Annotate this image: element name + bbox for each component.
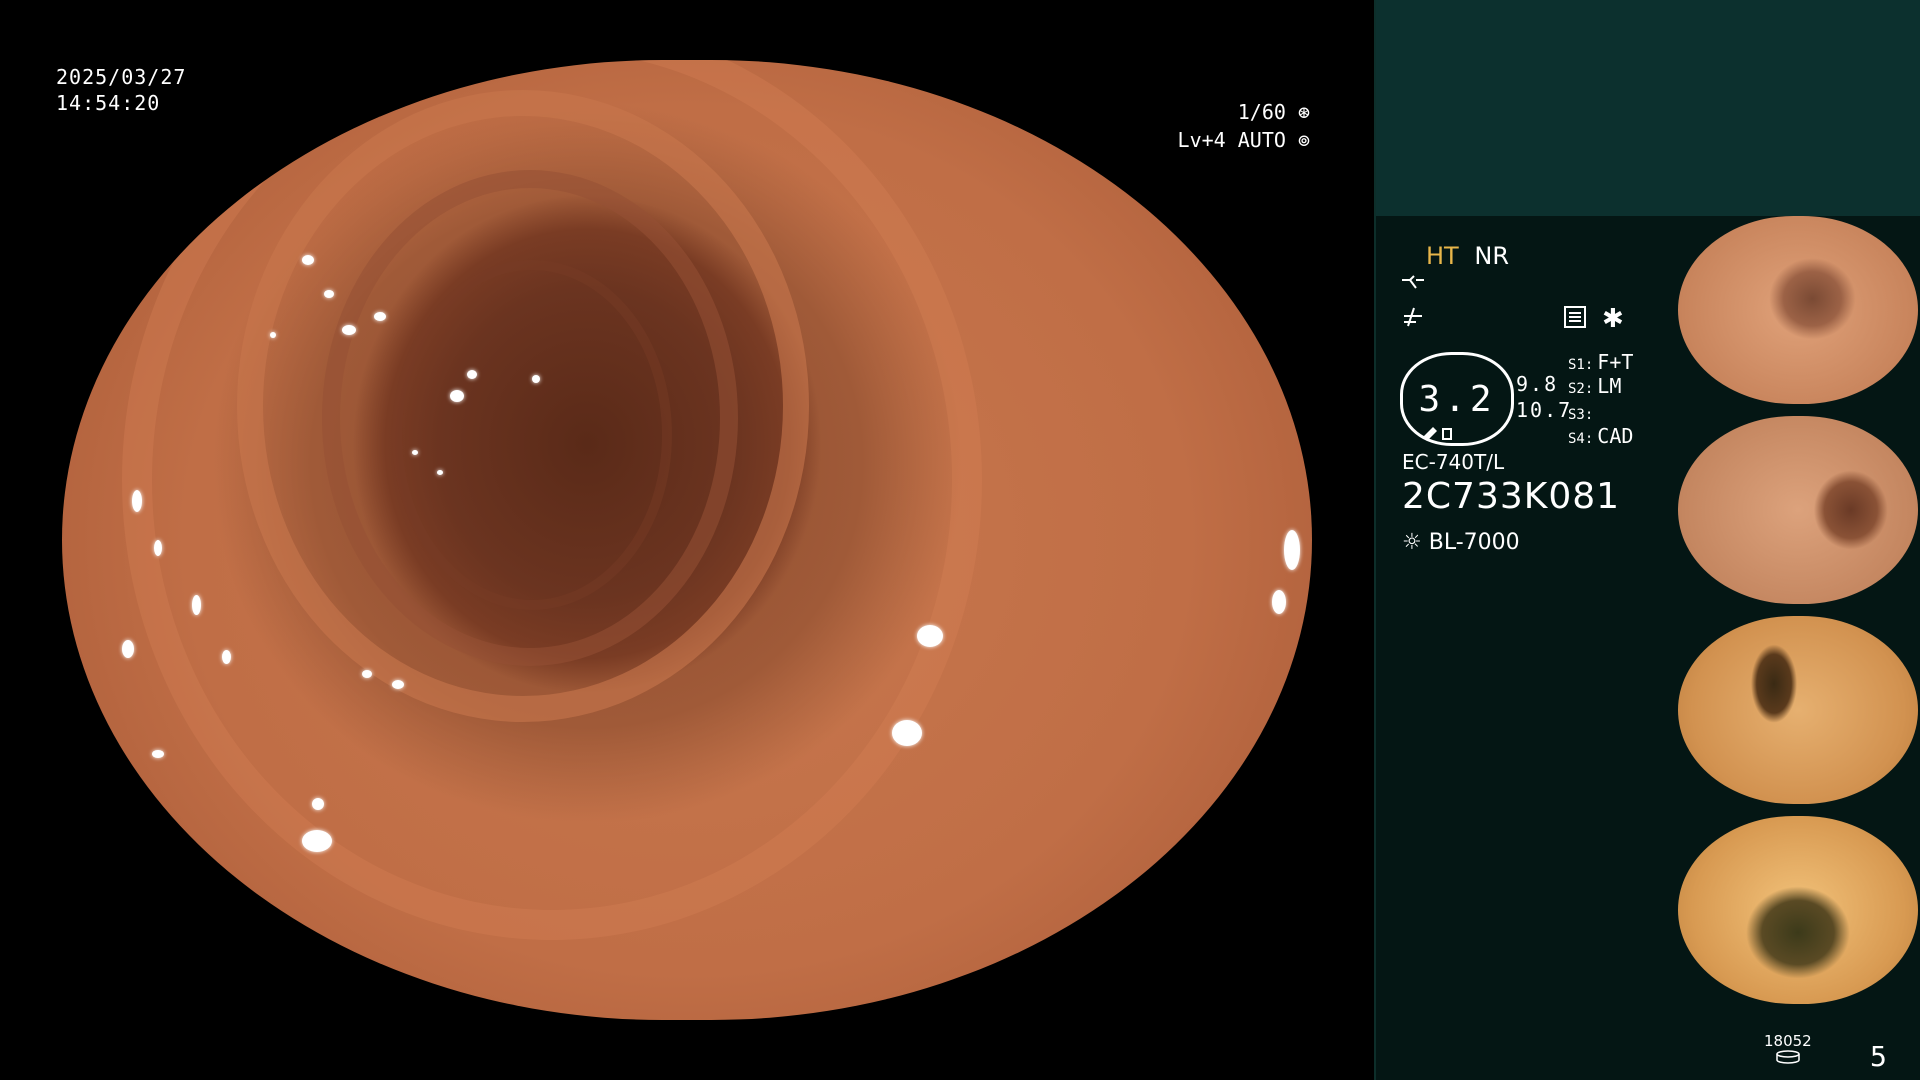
thumbnail-capture-4[interactable] bbox=[1674, 816, 1920, 1008]
gauge-display: 3.2 bbox=[1400, 352, 1514, 446]
slot-4: S4: CAD bbox=[1568, 424, 1633, 448]
slot-3: S3: bbox=[1568, 400, 1597, 424]
time-text: 14:54:20 bbox=[56, 91, 161, 115]
specular-highlight bbox=[532, 375, 540, 383]
specular-highlight bbox=[412, 450, 418, 455]
slot-2: S2: LM bbox=[1568, 374, 1621, 398]
slot-value: F+T bbox=[1597, 350, 1634, 374]
specular-highlight bbox=[450, 390, 464, 402]
exposure-info: 1/60 ⊛ Lv+4 AUTO ⊚ bbox=[1178, 98, 1310, 154]
specular-highlight bbox=[467, 370, 477, 379]
shutter-icon: ⊛ bbox=[1297, 100, 1310, 124]
specular-highlight bbox=[122, 640, 134, 658]
specular-highlight bbox=[192, 595, 201, 615]
thumbnail-capture-1[interactable] bbox=[1674, 216, 1920, 408]
mode-primary: HT bbox=[1426, 242, 1459, 270]
specular-highlight bbox=[342, 325, 356, 335]
status-panel: HT NR ✱ 3.2 9.8 10.7 S1: F+T S2: LM S3: S4… bbox=[1374, 0, 1920, 1080]
light-source: ☼ BL-7000 bbox=[1402, 530, 1520, 555]
disk-count: 18052 bbox=[1764, 1032, 1812, 1050]
level-text: Lv+4 AUTO bbox=[1177, 128, 1286, 152]
shutter-text: 1/60 bbox=[1237, 100, 1286, 124]
light-source-icon: ☼ bbox=[1402, 530, 1422, 555]
specular-highlight bbox=[892, 720, 922, 746]
endoscope-view bbox=[62, 60, 1312, 1020]
specular-highlight bbox=[302, 830, 332, 852]
mucosal-fold bbox=[122, 60, 982, 940]
thumbnail-image bbox=[1678, 416, 1918, 604]
gauge-value: 3.2 bbox=[1418, 378, 1496, 420]
asterisk-icon: ✱ bbox=[1602, 304, 1624, 334]
gauge-marker-icon bbox=[1423, 427, 1452, 441]
panel-header-area bbox=[1376, 0, 1920, 216]
reading-2: 10.7 bbox=[1516, 398, 1573, 422]
specular-highlight bbox=[917, 625, 943, 647]
page-number: 5 bbox=[1870, 1040, 1887, 1073]
reading-1: 9.8 bbox=[1516, 372, 1559, 396]
timestamp: 2025/03/27 14:54:20 bbox=[56, 64, 186, 116]
specular-highlight bbox=[312, 798, 324, 810]
enhance-icon bbox=[1400, 274, 1426, 300]
specular-highlight bbox=[132, 490, 142, 512]
thumbnail-capture-3[interactable] bbox=[1674, 616, 1920, 808]
slot-value: CAD bbox=[1597, 424, 1634, 448]
specular-highlight bbox=[392, 680, 404, 689]
specular-highlight bbox=[152, 750, 164, 758]
slot-key: S4: bbox=[1568, 431, 1594, 447]
date-text: 2025/03/27 bbox=[56, 65, 187, 89]
thumbnail-capture-2[interactable] bbox=[1674, 416, 1920, 608]
specular-highlight bbox=[362, 670, 372, 678]
slot-key: S1: bbox=[1568, 357, 1594, 373]
menu-icon bbox=[1564, 306, 1586, 334]
slot-key: S3: bbox=[1568, 407, 1594, 423]
light-source-label: BL-7000 bbox=[1428, 530, 1520, 555]
slot-1: S1: F+T bbox=[1568, 350, 1633, 374]
specular-highlight bbox=[222, 650, 231, 664]
storage-disk-icon bbox=[1776, 1050, 1800, 1064]
mode-secondary: NR bbox=[1474, 242, 1509, 270]
specular-highlight bbox=[270, 332, 276, 338]
structure-icon bbox=[1400, 306, 1426, 334]
mode-indicator: HT NR bbox=[1426, 242, 1509, 270]
specular-highlight bbox=[1272, 590, 1286, 614]
iris-icon: ⊚ bbox=[1297, 128, 1310, 152]
storage-counter: 18052 bbox=[1764, 1032, 1812, 1068]
specular-highlight bbox=[154, 540, 162, 556]
specular-highlight bbox=[302, 255, 314, 265]
thumbnail-image bbox=[1678, 616, 1918, 804]
specular-highlight bbox=[1284, 530, 1300, 570]
specular-highlight bbox=[324, 290, 334, 298]
specular-highlight bbox=[374, 312, 386, 321]
scope-serial: 2C733K081 bbox=[1402, 476, 1621, 517]
scope-model: EC-740T/L bbox=[1402, 450, 1505, 474]
slot-key: S2: bbox=[1568, 381, 1594, 397]
thumbnail-image bbox=[1678, 216, 1918, 404]
thumbnail-image bbox=[1678, 816, 1918, 1004]
slot-value: LM bbox=[1597, 374, 1622, 398]
specular-highlight bbox=[437, 470, 443, 475]
